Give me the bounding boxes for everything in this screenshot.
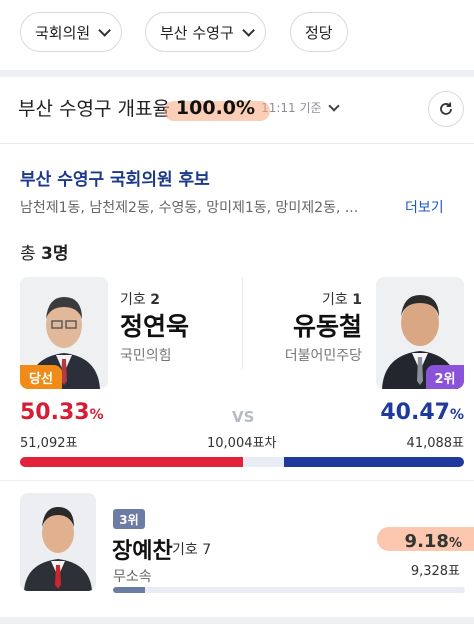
count-time: 11:11 기준 bbox=[261, 101, 322, 115]
candidate-number-left: 기호 2 bbox=[120, 292, 160, 308]
chevron-down-icon bbox=[242, 23, 255, 37]
filter-chip-label: 부산 수영구 bbox=[160, 23, 234, 42]
district-list: 남천제1동, 남천제2동, 수영동, 망미제1동, 망미제2동, ... bbox=[20, 200, 359, 216]
portrait-image bbox=[20, 493, 96, 591]
results-panel: 부산 수영구 개표율 100.0% 11:11 기준 부산 수영구 국회의원 후… bbox=[0, 77, 474, 617]
filter-chip-label: 정당 bbox=[305, 23, 333, 42]
candidate-party-right: 더불어민주당 bbox=[284, 348, 362, 364]
candidate-photo-third bbox=[20, 493, 96, 591]
candidate-party-left: 국민의힘 bbox=[120, 348, 172, 364]
vote-share-right bbox=[284, 457, 464, 467]
candidates-title: 부산 수영구 국회의원 후보 bbox=[20, 170, 210, 190]
refresh-icon bbox=[440, 102, 452, 115]
winner-badge: 당선 bbox=[20, 365, 62, 389]
vote-share-fill bbox=[113, 587, 146, 593]
vote-share-left bbox=[20, 457, 244, 467]
count-title: 부산 수영구 개표율 bbox=[18, 98, 170, 120]
more-link[interactable]: 더보기 bbox=[405, 197, 444, 217]
filter-chip-party[interactable]: 정당 bbox=[290, 12, 348, 52]
vote-share-bar-third bbox=[113, 587, 465, 593]
rank-badge: 2위 bbox=[426, 365, 464, 389]
votes-third: 9,328표 bbox=[410, 564, 460, 579]
candidate-name-right[interactable]: 유동철 bbox=[293, 307, 362, 343]
filter-chip-label: 국회의원 bbox=[35, 23, 91, 42]
candidate-party-third: 무소속 bbox=[113, 569, 152, 585]
filter-bar: 국회의원 부산 수영구 정당 bbox=[0, 0, 474, 70]
chevron-down-icon bbox=[98, 23, 112, 37]
filter-chip-office[interactable]: 국회의원 bbox=[20, 12, 123, 52]
filter-chip-region[interactable]: 부산 수영구 bbox=[145, 12, 266, 52]
divider bbox=[242, 277, 243, 369]
percent-left: 50.33% bbox=[20, 400, 104, 425]
count-status[interactable]: 부산 수영구 개표율 100.0% 11:11 기준 bbox=[18, 94, 340, 121]
chevron-down-icon bbox=[327, 99, 340, 112]
candidate-number-right: 기호 1 bbox=[322, 292, 362, 308]
candidate-name-third: 장예찬 bbox=[112, 539, 173, 564]
refresh-button[interactable] bbox=[428, 91, 464, 127]
candidate-photo-right[interactable]: 2위 bbox=[376, 277, 464, 389]
vote-share-bar bbox=[20, 457, 464, 467]
vs-label: VS bbox=[232, 408, 255, 426]
percent-third: 9.18% bbox=[376, 527, 474, 552]
divider bbox=[0, 143, 474, 144]
votes-right: 41,088표 bbox=[406, 436, 464, 451]
candidate-photo-left[interactable]: 당선 bbox=[20, 277, 108, 389]
candidate-number-third: 기호 7 bbox=[172, 542, 212, 558]
candidate-card-third[interactable]: 3위 장예찬 기호 7 무소속 9.18% 9,328표 bbox=[0, 480, 474, 617]
count-percent: 100.0% bbox=[163, 97, 270, 121]
vote-difference: 10,004표차 bbox=[207, 436, 277, 451]
candidate-name-left[interactable]: 정연욱 bbox=[120, 307, 189, 343]
votes-left: 51,092표 bbox=[20, 436, 78, 451]
rank-badge: 3위 bbox=[113, 509, 145, 529]
total-candidates: 총 3명 bbox=[20, 244, 69, 264]
percent-right: 40.47% bbox=[380, 400, 464, 425]
